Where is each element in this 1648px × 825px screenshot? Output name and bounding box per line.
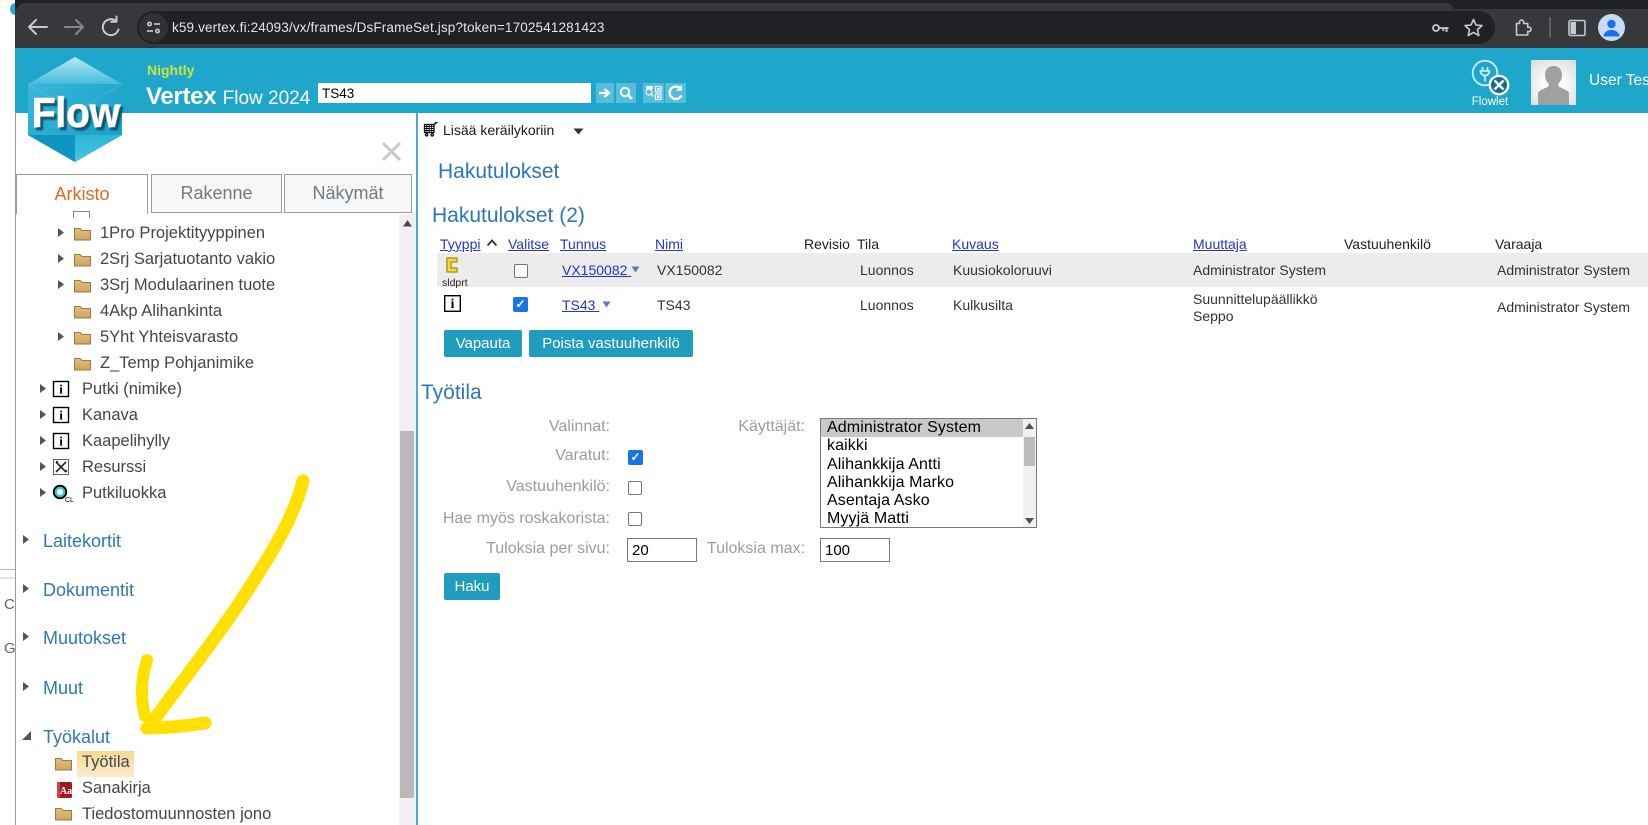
svg-text:i: i: [451, 296, 455, 311]
svg-text:CL: CL: [65, 497, 74, 504]
svg-text:Aa: Aa: [60, 786, 72, 797]
